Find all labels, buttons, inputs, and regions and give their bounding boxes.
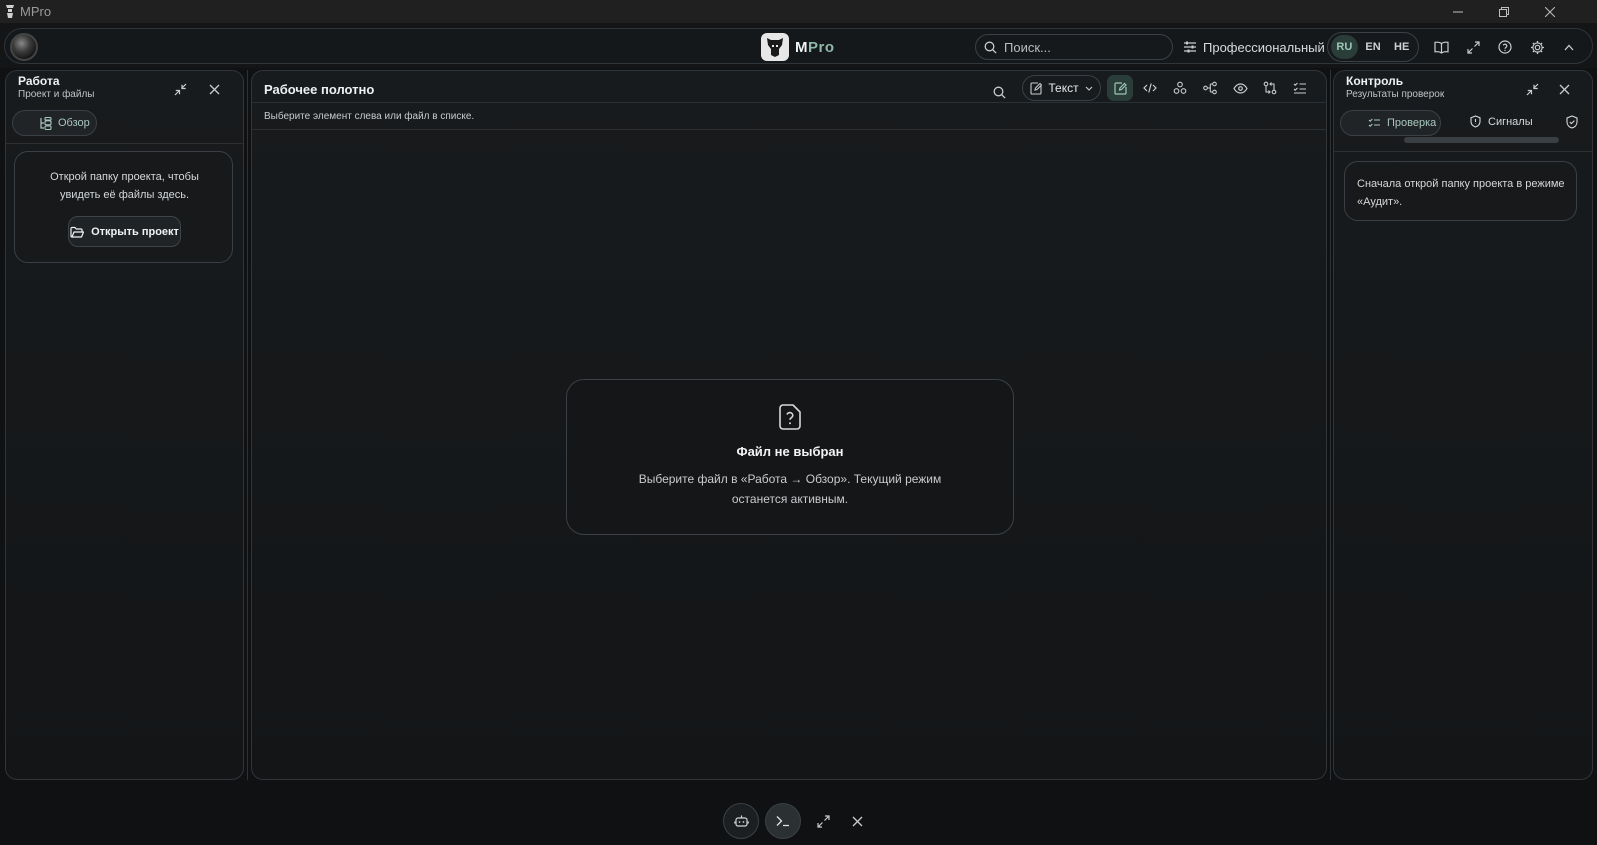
edit-icon[interactable] — [1107, 75, 1133, 101]
file-question-icon — [779, 404, 801, 430]
brand-logo — [761, 33, 789, 61]
shield-check-icon[interactable] — [1566, 115, 1578, 129]
view-mode-select[interactable]: Текст — [1022, 75, 1101, 101]
gear-icon[interactable] — [1526, 36, 1548, 58]
robot-icon — [733, 814, 749, 828]
mode-selector[interactable]: Профессиональный — [1183, 36, 1340, 58]
avatar[interactable] — [10, 33, 38, 61]
checklist-icon — [1368, 118, 1381, 129]
eye-icon[interactable] — [1227, 75, 1253, 101]
expand-icon[interactable] — [1462, 36, 1484, 58]
panel-title: Рабочее полотно — [264, 82, 375, 97]
search-input[interactable] — [1004, 39, 1154, 55]
tree-icon — [39, 116, 52, 130]
audit-hint-card: Сначала открой папку проекта в режиме «А… — [1344, 161, 1577, 221]
brand-name-first: M — [795, 38, 808, 56]
close-icon[interactable] — [206, 81, 222, 97]
lang-en-button[interactable]: EN — [1360, 35, 1387, 59]
no-file-card: Файл не выбран Выберите файл в «Работа →… — [566, 379, 1014, 535]
terminal-icon — [776, 815, 790, 827]
document-edit-icon — [1030, 81, 1043, 95]
panel-title: Работа — [18, 74, 60, 88]
panel-title: Контроль — [1346, 74, 1404, 88]
book-icon[interactable] — [1430, 36, 1452, 58]
open-project-button[interactable]: Открыть проект — [68, 216, 181, 247]
tab-signals-label: Сигналы — [1488, 115, 1533, 128]
panel-subtitle: Результаты проверок — [1346, 89, 1445, 100]
tab-signals[interactable]: Сигналы — [1470, 115, 1533, 128]
collapse-icon[interactable] — [172, 81, 188, 97]
expand-icon[interactable] — [813, 811, 833, 831]
view-mode-label: Текст — [1048, 81, 1079, 95]
brand-name-rest: Pro — [808, 38, 835, 56]
minimize-button[interactable] — [1435, 0, 1481, 23]
app-icon — [4, 4, 16, 19]
lang-ru-button[interactable]: RU — [1331, 35, 1358, 59]
tab-check[interactable]: Проверка — [1340, 110, 1441, 136]
no-file-text: Выберите файл в «Работа → Обзор». Текущи… — [638, 472, 942, 506]
network-icon[interactable] — [1167, 75, 1193, 101]
window-titlebar: MPro — [0, 0, 1597, 23]
divider — [252, 129, 1326, 130]
divider — [1334, 151, 1592, 152]
restore-button[interactable] — [1481, 0, 1527, 23]
window-title: MPro — [20, 4, 52, 19]
close-window-button[interactable] — [1527, 0, 1573, 23]
tab-overview-label: Обзор — [58, 117, 90, 129]
checklist-icon[interactable] — [1287, 75, 1313, 101]
divider — [6, 143, 243, 144]
help-icon[interactable] — [1494, 36, 1516, 58]
canvas-hint: Выберите элемент слева или файл в списке… — [264, 111, 475, 122]
diff-icon[interactable] — [1257, 75, 1283, 101]
tabs-scrollbar[interactable] — [1404, 137, 1559, 143]
close-icon[interactable] — [847, 811, 867, 831]
chevron-up-icon[interactable] — [1558, 36, 1580, 58]
folder-icon — [70, 226, 85, 238]
sliders-icon — [1183, 40, 1197, 54]
search-box[interactable] — [975, 34, 1173, 60]
lang-he-button[interactable]: HE — [1388, 35, 1415, 59]
terminal-button[interactable] — [765, 803, 801, 839]
assistant-button[interactable] — [723, 803, 759, 839]
right-splitter[interactable] — [1330, 70, 1331, 780]
open-project-label: Открыть проект — [91, 225, 179, 238]
flow-icon[interactable] — [1197, 75, 1223, 101]
chevron-down-icon — [1085, 86, 1093, 91]
code-icon[interactable] — [1137, 75, 1163, 101]
audit-hint-text: Сначала открой папку проекта в режиме «А… — [1357, 178, 1565, 208]
collapse-icon[interactable] — [1524, 81, 1540, 97]
panel-subtitle: Проект и файлы — [18, 89, 95, 100]
divider — [252, 102, 1326, 103]
tab-overview[interactable]: Обзор — [12, 110, 97, 136]
no-file-title: Файл не выбран — [736, 444, 844, 459]
shield-icon — [1470, 115, 1481, 128]
work-panel: Работа Проект и файлы Обзор Открой папку… — [5, 70, 244, 780]
brand-name: MPro — [795, 39, 835, 56]
search-icon — [984, 41, 997, 54]
open-project-hint: Открой папку проекта, чтобы увидеть её ф… — [50, 171, 199, 201]
language-switcher: RU EN HE — [1327, 32, 1419, 62]
close-icon[interactable] — [1556, 81, 1572, 97]
left-splitter[interactable] — [247, 70, 248, 780]
open-project-card: Открой папку проекта, чтобы увидеть её ф… — [14, 151, 233, 263]
control-panel: Контроль Результаты проверок Проверка Си… — [1333, 70, 1593, 780]
mode-label: Профессиональный — [1203, 39, 1325, 55]
canvas-panel: Рабочее полотно Текст Выберите элемент с… — [251, 70, 1327, 780]
tab-check-label: Проверка — [1387, 117, 1437, 129]
brand: MPro — [761, 33, 835, 61]
